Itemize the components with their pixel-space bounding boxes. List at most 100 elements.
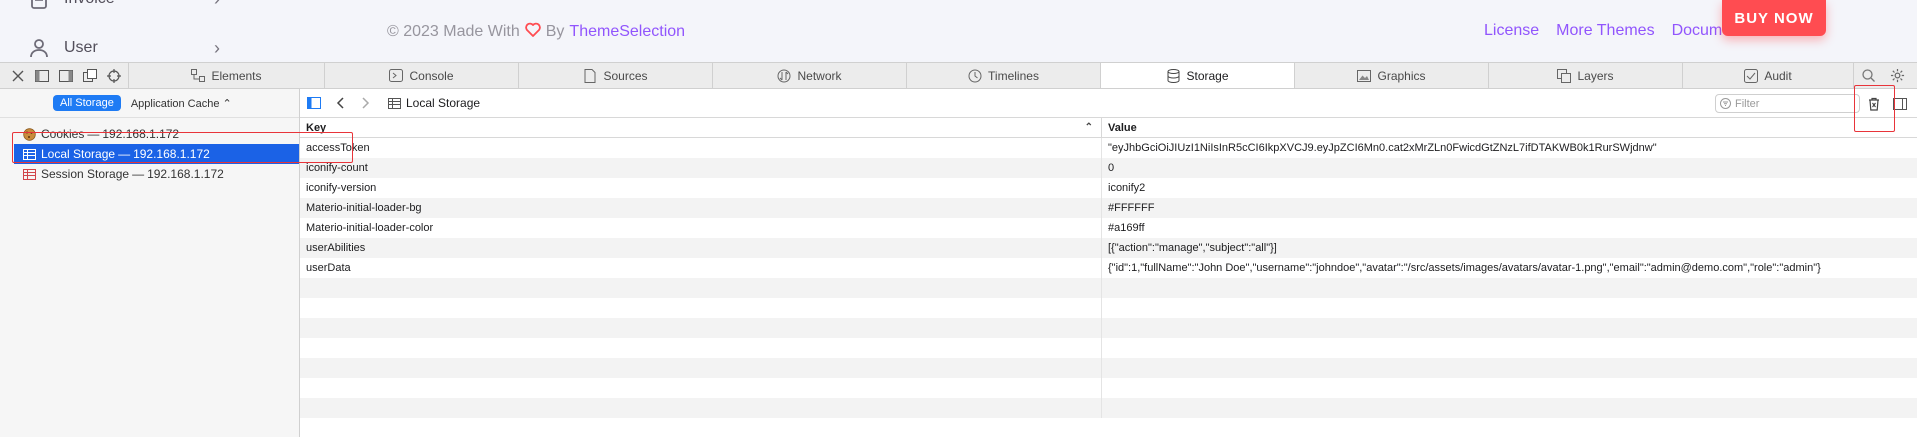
tab-timelines[interactable]: Timelines xyxy=(906,63,1100,88)
tab-console[interactable]: Console xyxy=(324,63,518,88)
sidebar-item-label: Local Storage xyxy=(41,147,116,161)
filter-icon xyxy=(1720,98,1731,109)
tab-elements[interactable]: Elements xyxy=(128,63,324,88)
row-key: userData xyxy=(300,258,1102,278)
row-key: iconify-count xyxy=(300,158,1102,178)
sidebar-item-local-storage[interactable]: Local Storage — 192.168.1.172 xyxy=(14,144,299,164)
table-row[interactable]: accessToken "eyJhbGciOiJIUzI1NiIsInR5cCI6… xyxy=(300,138,1917,158)
row-value: #a169ff xyxy=(1108,222,1145,234)
row-key: iconify-version xyxy=(300,178,1102,198)
devtools-left-tools xyxy=(0,63,128,88)
column-header-label: Value xyxy=(1108,121,1137,134)
close-icon[interactable] xyxy=(8,66,27,85)
table-row-empty xyxy=(300,398,1917,418)
sidebar-item-label: Cookies xyxy=(41,127,85,141)
host-label: 192.168.1.172 xyxy=(133,147,210,161)
network-icon xyxy=(777,69,791,83)
sidebar-item-label: Invoice xyxy=(64,0,214,8)
table-row[interactable]: userAbilities [{"action":"manage","subjec… xyxy=(300,238,1917,258)
gear-icon[interactable] xyxy=(1883,66,1912,85)
heart-icon xyxy=(524,22,541,42)
toggle-sidebar-icon[interactable] xyxy=(306,94,322,113)
sidebar-item-user[interactable]: User › xyxy=(28,37,220,59)
storage-content-panel: Local Storage Key ⌃ Value xyxy=(300,89,1917,437)
column-header-key[interactable]: Key ⌃ xyxy=(300,118,1102,137)
tab-label: Layers xyxy=(1577,68,1614,83)
buy-now-button[interactable]: BUY NOW xyxy=(1722,0,1826,36)
footer-brand-link[interactable]: ThemeSelection xyxy=(569,23,685,41)
row-key xyxy=(300,298,1102,318)
clear-trash-icon[interactable] xyxy=(1861,94,1887,113)
row-key xyxy=(300,338,1102,358)
footer-link-more-themes[interactable]: More Themes xyxy=(1556,22,1654,40)
tab-layers[interactable]: Layers xyxy=(1488,63,1682,88)
filter-field[interactable] xyxy=(1715,94,1860,113)
sidebar-item-cookies[interactable]: Cookies — 192.168.1.172 xyxy=(0,124,299,144)
row-value: {"id":1,"fullName":"John Doe","username"… xyxy=(1108,262,1821,274)
table-row[interactable]: Materio-initial-loader-color #a169ff xyxy=(300,218,1917,238)
table-row-empty xyxy=(300,358,1917,378)
tab-graphics[interactable]: Graphics xyxy=(1294,63,1488,88)
table-icon xyxy=(388,97,401,109)
search-icon[interactable] xyxy=(1854,66,1883,85)
back-arrow-icon[interactable] xyxy=(332,94,348,113)
footer-copyright: © 2023 Made With By ThemeSelection xyxy=(387,22,685,42)
tab-network[interactable]: Network xyxy=(712,63,906,88)
separator: — xyxy=(118,147,131,161)
scope-application-cache-select[interactable]: Application Cache ⌃ xyxy=(131,97,232,110)
tab-audit[interactable]: Audit xyxy=(1682,63,1853,88)
tab-label: Graphics xyxy=(1377,68,1426,83)
table-icon xyxy=(22,147,36,161)
row-key xyxy=(300,318,1102,338)
row-value xyxy=(1102,358,1917,378)
tab-sources[interactable]: Sources xyxy=(518,63,712,88)
separator: — xyxy=(132,167,145,181)
host-label: 192.168.1.172 xyxy=(102,127,180,141)
sort-ascending-icon: ⌃ xyxy=(1084,122,1093,133)
chevron-right-icon: › xyxy=(214,37,220,58)
devtools-tab-bar: Elements Console Sources Network Timelin… xyxy=(0,62,1917,89)
sidebar-item-label: Session Storage xyxy=(41,167,130,181)
storage-icon xyxy=(1166,68,1180,83)
tab-label: Storage xyxy=(1186,68,1229,83)
forward-arrow-icon[interactable] xyxy=(358,94,374,113)
dock-left-icon[interactable] xyxy=(32,66,51,85)
table-row[interactable]: iconify-count 0 xyxy=(300,158,1917,178)
separator: — xyxy=(87,127,100,141)
row-value: #FFFFFF xyxy=(1108,202,1155,214)
row-value xyxy=(1102,378,1917,398)
column-header-value[interactable]: Value xyxy=(1102,118,1917,137)
chevron-right-icon: › xyxy=(214,0,220,10)
detach-window-icon[interactable] xyxy=(80,66,99,85)
row-key xyxy=(300,358,1102,378)
dock-right-icon[interactable] xyxy=(56,66,75,85)
sources-icon xyxy=(583,68,597,83)
inspect-element-icon[interactable] xyxy=(104,66,123,85)
breadcrumb: Local Storage xyxy=(388,96,480,110)
audit-icon xyxy=(1744,68,1759,83)
scope-all-storage-button[interactable]: All Storage xyxy=(53,95,121,111)
row-value xyxy=(1102,338,1917,358)
table-row[interactable]: iconify-version iconify2 xyxy=(300,178,1917,198)
sidebar-item-invoice[interactable]: Invoice › xyxy=(28,0,220,10)
table-row[interactable]: Materio-initial-loader-bg #FFFFFF xyxy=(300,198,1917,218)
updown-chevron-icon: ⌃ xyxy=(222,97,232,110)
devtools-right-tools xyxy=(1853,63,1912,88)
table-row-empty xyxy=(300,318,1917,338)
filter-input[interactable] xyxy=(1735,97,1845,110)
content-right-tools xyxy=(1861,89,1913,118)
row-value: [{"action":"manage","subject":"all"}] xyxy=(1108,242,1277,254)
document-icon xyxy=(28,0,50,10)
row-value: 0 xyxy=(1108,162,1115,174)
tab-storage[interactable]: Storage xyxy=(1100,63,1294,88)
details-sidebar-icon[interactable] xyxy=(1887,94,1913,113)
footer-link-license[interactable]: License xyxy=(1484,22,1539,40)
host-label: 192.168.1.172 xyxy=(147,167,224,181)
table-row-empty xyxy=(300,378,1917,398)
row-value: iconify2 xyxy=(1108,182,1146,194)
footer-by: By xyxy=(545,23,565,40)
sidebar-item-session-storage[interactable]: Session Storage — 192.168.1.172 xyxy=(0,164,299,184)
row-value xyxy=(1102,398,1917,418)
table-row[interactable]: userData {"id":1,"fullName":"John Doe","u… xyxy=(300,258,1917,278)
storage-table: Key ⌃ Value accessToken "eyJhbGciOiJIUzI1… xyxy=(300,118,1917,418)
